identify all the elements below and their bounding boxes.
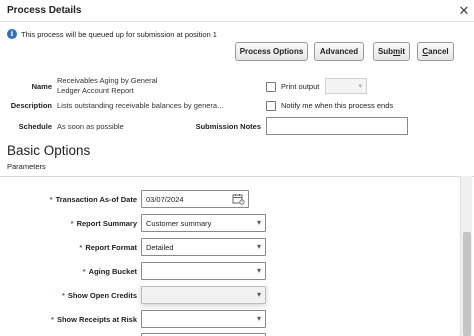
submission-notes-input[interactable] [266,117,408,135]
report-format-label: * Report Format [20,243,137,252]
show-receipts-select[interactable]: ▾ [141,310,266,328]
report-format-label-text: Report Format [85,243,137,252]
description-value: Lists outstanding receivable balances by… [57,101,224,110]
submit-label-b: it [400,47,406,56]
report-format-value: Detailed [146,243,174,252]
name-value-line1: Receivables Aging by General [57,76,158,85]
report-summary-label: * Report Summary [20,219,137,228]
schedule-label: Schedule [18,122,52,131]
dialog-title: Process Details [7,5,82,16]
show-open-credits-select[interactable]: ▾ [141,286,266,304]
show-open-credits-label: * Show Open Credits [20,291,137,300]
info-message: i This process will be queued up for sub… [7,28,217,40]
chevron-down-icon: ▾ [358,83,362,90]
show-receipts-label-text: Show Receipts at Risk [56,315,137,324]
description-label: Description [10,101,52,110]
submission-notes-label: Submission Notes [195,122,261,131]
info-message-text: This process will be queued up for submi… [21,29,217,39]
required-marker: * [49,195,53,204]
parameters-heading: Parameters [7,162,46,171]
cancel-label-b: ancel [428,47,449,56]
notify-label: Notify me when this process ends [281,101,394,110]
print-output-checkbox[interactable] [266,82,276,92]
print-output-select[interactable]: ▾ [325,78,367,94]
required-marker: * [61,291,65,300]
report-summary-label-text: Report Summary [76,219,137,228]
chevron-down-icon: ▾ [256,218,261,227]
calendar-icon[interactable] [232,193,245,205]
section-title: Basic Options [7,143,91,158]
required-marker: * [70,219,74,228]
transaction-date-label: * Transaction As-of Date [20,195,137,204]
transaction-date-value: 03/07/2024 [146,195,184,204]
chevron-down-icon: ▾ [256,314,261,323]
scrollbar-thumb[interactable] [463,232,471,336]
chevron-down-icon: ▾ [256,290,261,299]
submit-button[interactable]: Submit [373,42,410,61]
name-label: Name [31,82,52,91]
show-receipts-label: * Show Receipts at Risk [20,315,137,324]
schedule-value: As soon as possible [57,122,124,131]
aging-bucket-select[interactable]: ▾ [141,262,266,280]
cancel-button[interactable]: Cancel [417,42,454,61]
parameters-scrollbar[interactable] [460,176,472,336]
transaction-date-label-text: Transaction As-of Date [55,195,137,204]
transaction-date-input[interactable]: 03/07/2024 [141,190,249,208]
notify-checkbox[interactable] [266,101,276,111]
print-output-label: Print output [281,82,320,91]
submit-label-a: Sub [377,47,394,56]
info-icon: i [7,29,17,39]
name-value-line2: Ledger Account Report [57,86,134,95]
dialog-titlebar: Process Details ✕ [0,0,474,22]
process-options-button[interactable]: Process Options [235,42,308,61]
advanced-button[interactable]: Advanced [314,42,364,61]
chevron-down-icon: ▾ [256,266,261,275]
required-marker: * [82,267,86,276]
close-icon[interactable]: ✕ [457,4,471,18]
show-open-credits-label-text: Show Open Credits [67,291,137,300]
aging-bucket-label: * Aging Bucket [20,267,137,276]
report-summary-value: Customer summary [146,219,212,228]
required-marker: * [51,315,54,324]
report-format-select[interactable]: Detailed ▾ [141,238,266,256]
required-marker: * [79,243,83,252]
report-summary-select[interactable]: Customer summary ▾ [141,214,266,232]
aging-bucket-label-text: Aging Bucket [88,267,137,276]
chevron-down-icon: ▾ [256,242,261,251]
